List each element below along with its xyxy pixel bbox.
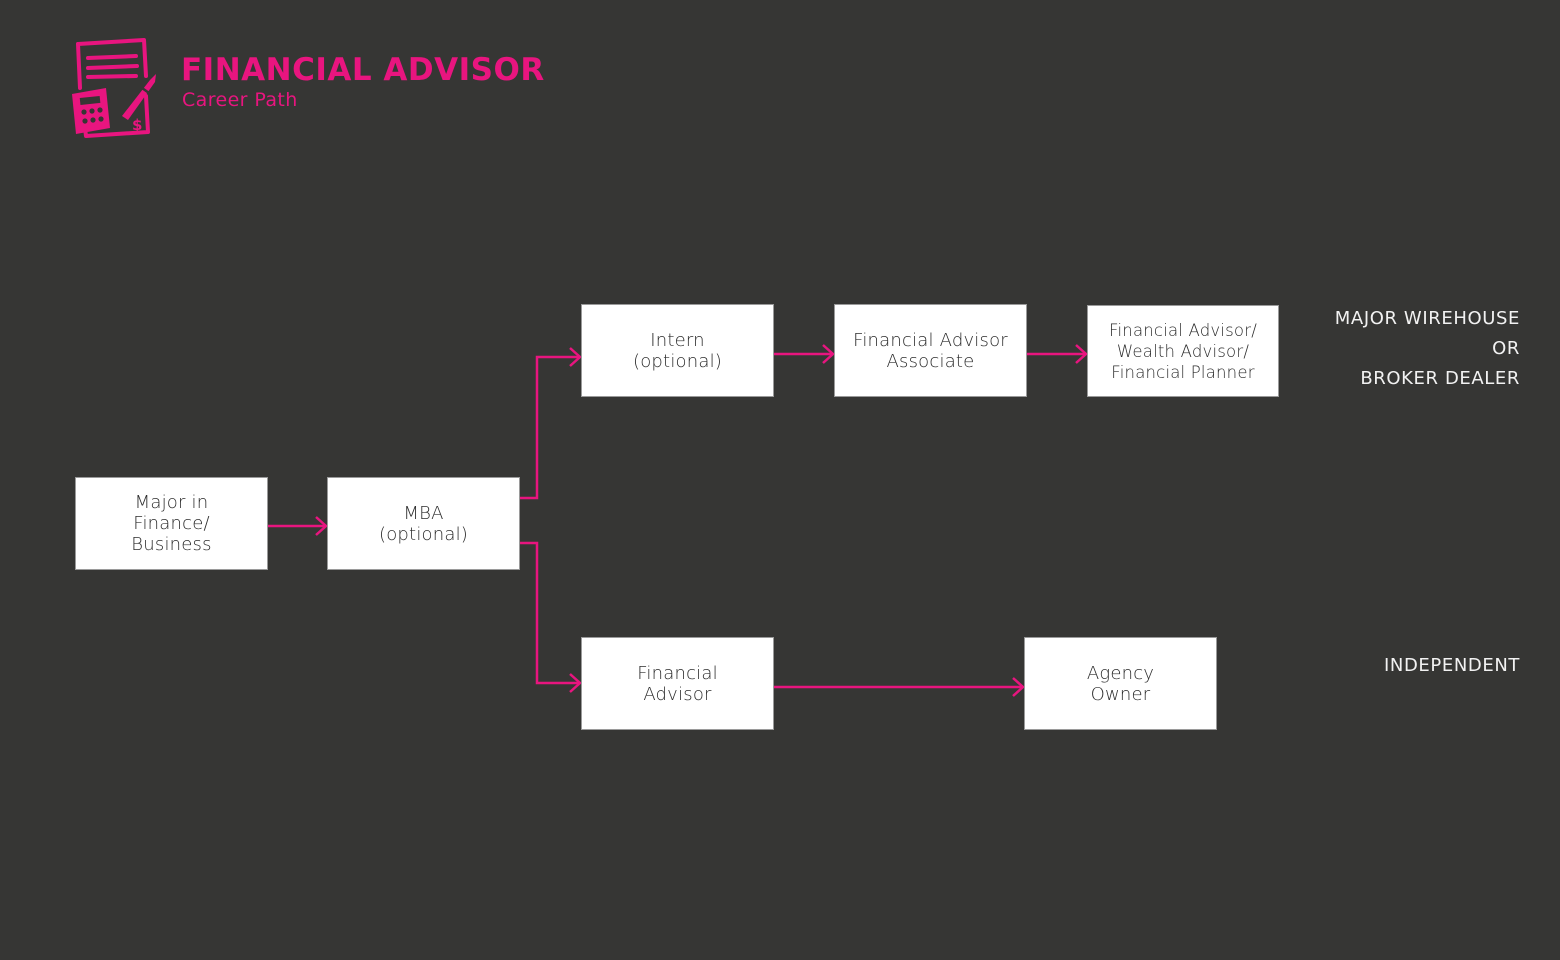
edge-mba-to-intern — [519, 347, 582, 500]
node-financial-advisor: Financial Advisor — [581, 637, 774, 730]
edge-associate-to-planner — [1026, 344, 1088, 364]
node-financial-advisor-wealth-planner: Financial Advisor/ Wealth Advisor/ Finan… — [1087, 305, 1279, 397]
page-title: FINANCIAL ADVISOR — [181, 52, 545, 88]
branch-label-line: OR — [1492, 338, 1520, 359]
edge-intern-to-associate — [773, 344, 835, 364]
edge-advisor-to-agency-owner — [773, 677, 1025, 697]
node-financial-advisor-associate: Financial Advisor Associate — [834, 304, 1027, 397]
branch-label-line: MAJOR WIREHOUSE — [1334, 308, 1520, 329]
branch-label-wirehouse: MAJOR WIREHOUSE OR BROKER DEALER — [1335, 304, 1520, 394]
node-mba: MBA (optional) — [327, 477, 520, 570]
branch-label-line: BROKER DEALER — [1360, 368, 1520, 389]
branch-label-independent: INDEPENDENT — [1384, 651, 1520, 681]
edge-mba-to-financial-advisor — [519, 541, 582, 693]
page-subtitle: Career Path — [182, 89, 298, 111]
pen-icon — [122, 74, 156, 120]
financial-document-icon: $ — [72, 38, 156, 138]
edge-major-to-mba — [267, 516, 328, 536]
node-agency-owner: Agency Owner — [1024, 637, 1217, 730]
node-intern: Intern (optional) — [581, 304, 774, 397]
node-major-finance-business: Major in Finance/ Business — [75, 477, 268, 570]
branch-label-line: INDEPENDENT — [1384, 655, 1520, 676]
dollar-sign-icon: $ — [132, 116, 142, 134]
calculator-icon — [72, 88, 110, 134]
